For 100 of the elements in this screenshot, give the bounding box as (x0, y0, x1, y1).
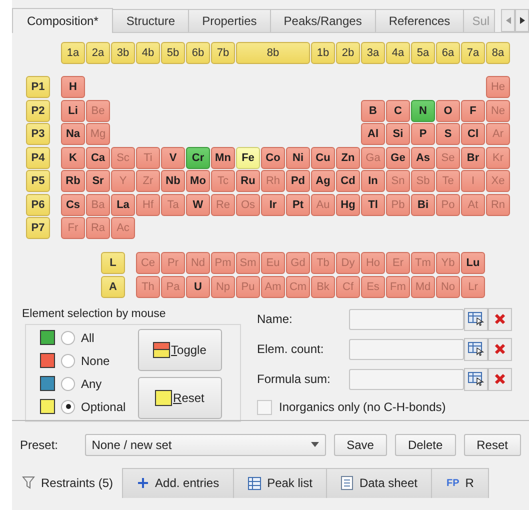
period-button[interactable]: P5 (26, 170, 50, 192)
clear-button[interactable] (488, 308, 512, 330)
bottom-tab[interactable]: Add. entries (122, 468, 234, 498)
element-cell[interactable]: Si (386, 123, 410, 145)
element-cell[interactable]: Cl (461, 123, 485, 145)
clear-button[interactable] (488, 338, 512, 360)
group-button[interactable]: 5b (161, 42, 185, 64)
element-cell[interactable]: Mo (186, 170, 210, 192)
element-cell[interactable]: Co (261, 146, 285, 168)
element-cell[interactable]: Ir (261, 194, 285, 216)
group-button[interactable]: 2b (336, 42, 360, 64)
clear-button[interactable] (488, 368, 512, 390)
element-cell[interactable]: Na (61, 123, 85, 145)
group-button[interactable]: 1b (311, 42, 335, 64)
period-button[interactable]: P6 (26, 194, 50, 216)
element-cell[interactable]: Hg (336, 194, 360, 216)
group-button[interactable]: 3a (361, 42, 385, 64)
element-cell[interactable]: Al (361, 123, 385, 145)
element-cell[interactable]: Nb (161, 170, 185, 192)
pick-button[interactable] (464, 308, 488, 330)
element-cell[interactable]: C (386, 100, 410, 122)
tab[interactable]: Composition* (12, 8, 114, 33)
element-cell[interactable]: Cu (311, 146, 335, 168)
element-cell[interactable]: Ag (311, 170, 335, 192)
input-field[interactable] (349, 308, 464, 330)
element-cell[interactable]: Fe (236, 146, 260, 168)
group-button[interactable]: 6b (186, 42, 210, 64)
element-cell[interactable]: Cd (336, 170, 360, 192)
preset-dropdown[interactable]: None / new set (84, 434, 326, 456)
element-cell[interactable]: K (61, 146, 85, 168)
preset-button[interactable]: Save (334, 434, 387, 456)
preset-button[interactable]: Delete (394, 434, 456, 456)
scroll-right-button[interactable] (515, 9, 529, 32)
element-cell[interactable]: Rb (61, 170, 85, 192)
period-button[interactable]: P7 (26, 217, 50, 239)
element-cell[interactable]: O (436, 100, 460, 122)
element-cell[interactable]: Cs (61, 194, 85, 216)
input-field[interactable] (349, 368, 464, 390)
bottom-tab[interactable]: Data sheet (326, 468, 432, 498)
element-cell[interactable]: B (361, 100, 385, 122)
group-button[interactable]: 1a (61, 42, 85, 64)
tab[interactable]: Peaks/Ranges (270, 9, 376, 32)
toggle-button[interactable]: Toggle (138, 328, 222, 370)
element-cell[interactable]: Mn (211, 146, 235, 168)
element-cell[interactable]: N (411, 100, 435, 122)
group-button[interactable]: 6a (436, 42, 460, 64)
pick-button[interactable] (464, 338, 488, 360)
element-cell[interactable]: Cr (186, 146, 210, 168)
group-button[interactable]: 7b (211, 42, 235, 64)
radio-button[interactable] (61, 400, 75, 414)
element-cell[interactable]: Zn (336, 146, 360, 168)
element-cell[interactable]: V (161, 146, 185, 168)
preset-button[interactable]: Reset (464, 434, 521, 456)
element-cell[interactable]: Ca (86, 146, 110, 168)
group-button[interactable]: 4b (136, 42, 160, 64)
element-cell[interactable]: Ru (236, 170, 260, 192)
element-cell[interactable]: Br (461, 146, 485, 168)
tab[interactable]: Properties (188, 9, 271, 32)
element-cell[interactable]: In (361, 170, 385, 192)
element-cell[interactable]: U (186, 276, 210, 298)
group-button[interactable]: 8b (236, 42, 310, 64)
group-button[interactable]: 4a (386, 42, 410, 64)
period-button[interactable]: P1 (26, 76, 50, 98)
group-button[interactable]: 3b (111, 42, 135, 64)
element-cell[interactable]: F (461, 100, 485, 122)
element-cell[interactable]: Lu (461, 252, 485, 274)
period-button[interactable]: P2 (26, 100, 50, 122)
element-cell[interactable]: Tl (361, 194, 385, 216)
element-cell[interactable]: P (411, 123, 435, 145)
period-button[interactable]: P4 (26, 146, 50, 168)
radio-button[interactable] (61, 330, 75, 344)
series-button[interactable]: L (101, 252, 125, 274)
radio-button[interactable] (61, 354, 75, 368)
reset-button[interactable]: Reset (138, 376, 222, 418)
element-cell[interactable]: H (61, 76, 85, 98)
pick-button[interactable] (464, 368, 488, 390)
element-cell[interactable]: Bi (411, 194, 435, 216)
series-button[interactable]: A (101, 276, 125, 298)
element-cell[interactable]: As (411, 146, 435, 168)
element-cell[interactable]: Sr (86, 170, 110, 192)
radio-button[interactable] (61, 376, 75, 390)
bottom-tab[interactable]: FP R (431, 468, 489, 498)
bottom-tab[interactable]: Peak list (233, 468, 328, 498)
element-cell[interactable]: W (186, 194, 210, 216)
element-cell[interactable]: Li (61, 100, 85, 122)
group-button[interactable]: 5a (411, 42, 435, 64)
input-field[interactable] (349, 338, 464, 360)
tab[interactable]: Structure (112, 9, 190, 32)
element-cell[interactable]: Ni (286, 146, 310, 168)
element-cell[interactable]: Pt (286, 194, 310, 216)
element-cell[interactable]: Ge (386, 146, 410, 168)
group-button[interactable]: 2a (86, 42, 110, 64)
checkbox[interactable] (257, 400, 272, 414)
element-cell[interactable]: Pd (286, 170, 310, 192)
group-button[interactable]: 7a (461, 42, 485, 64)
element-cell[interactable]: S (436, 123, 460, 145)
tab[interactable]: References (374, 9, 464, 32)
group-button[interactable]: 8a (486, 42, 510, 64)
element-cell[interactable]: La (111, 194, 135, 216)
period-button[interactable]: P3 (26, 123, 50, 145)
